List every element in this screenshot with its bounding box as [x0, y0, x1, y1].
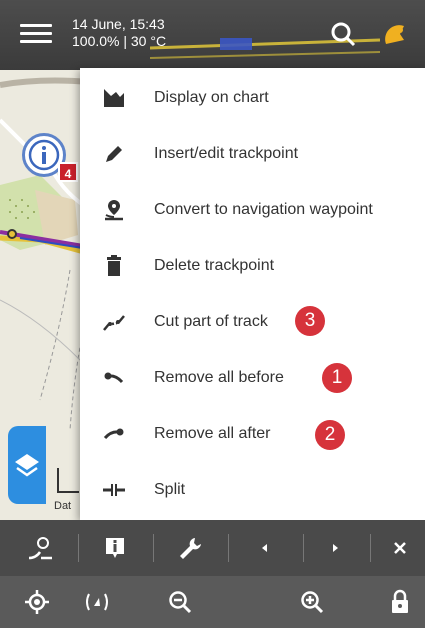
gps-status-button[interactable] [378, 18, 412, 52]
zoom-out-icon [169, 591, 192, 614]
trackpoint-info-button[interactable] [85, 520, 145, 576]
navigation-waypoint-icon [105, 200, 123, 221]
datetime-text: 14 June, 15:43 [72, 16, 165, 32]
locate-me-button[interactable] [12, 576, 62, 628]
menu-item-insert-edit-trackpoint[interactable]: Insert/edit trackpoint [80, 126, 425, 182]
toolbar-divider [78, 534, 79, 562]
menu-item-label: Remove all before [154, 369, 284, 386]
hamburger-menu-button[interactable] [20, 24, 52, 48]
rotate-icon [86, 593, 108, 611]
map-layers-button[interactable] [8, 426, 46, 504]
menu-item-label: Split [154, 481, 186, 498]
lock-icon [392, 589, 408, 613]
zoom-in-button[interactable] [282, 576, 342, 628]
menu-item-label: Delete trackpoint [154, 257, 275, 274]
remove-before-icon [104, 372, 124, 384]
menu-item-remove-all-before[interactable]: Remove all before 1 [80, 350, 425, 406]
remove-after-icon [103, 428, 124, 440]
chart-icon [104, 89, 124, 107]
menu-item-label: Convert to navigation waypoint [154, 201, 373, 218]
map-scale-bar [57, 468, 79, 493]
step-badge: 2 [315, 420, 345, 450]
toolbar-divider [370, 534, 371, 562]
menu-line [20, 32, 52, 35]
locate-icon [25, 590, 49, 614]
lock-screen-button[interactable] [375, 576, 425, 628]
tools-button[interactable] [160, 520, 220, 576]
track-point-toolbar [0, 520, 425, 576]
menu-item-label: Insert/edit trackpoint [154, 145, 299, 162]
menu-item-label: Cut part of track [154, 313, 268, 330]
search-button[interactable] [326, 18, 360, 52]
status-readout: 14 June, 15:43 100.0% | 30 °C [72, 16, 166, 50]
trackpoint-context-menu: Display on chart Insert/edit trackpoint … [80, 68, 425, 520]
close-icon [393, 542, 406, 554]
split-icon [103, 484, 125, 496]
info-icon [106, 538, 124, 558]
step-badge: 1 [322, 363, 352, 393]
toolbar-divider [228, 534, 229, 562]
menu-item-split[interactable]: Split [80, 462, 425, 518]
close-toolbar-button[interactable] [374, 520, 425, 576]
pencil-icon [106, 146, 122, 162]
next-point-button[interactable] [305, 520, 365, 576]
toolbar-divider [153, 534, 154, 562]
step-badge: 3 [295, 306, 325, 336]
zoom-in-icon [301, 591, 324, 614]
zoom-out-button[interactable] [150, 576, 210, 628]
menu-item-delete-trackpoint[interactable]: Delete trackpoint [80, 238, 425, 294]
menu-line [20, 24, 52, 27]
previous-icon [262, 544, 267, 552]
layers-icon [15, 454, 39, 477]
satellite-icon [385, 25, 404, 44]
previous-point-button[interactable] [235, 520, 295, 576]
menu-item-label: Remove all after [154, 425, 271, 442]
menu-line [20, 40, 52, 43]
menu-item-remove-all-after[interactable]: Remove all after 2 [80, 406, 425, 462]
points-count-badge: 4 [58, 162, 78, 182]
trash-icon [107, 255, 121, 276]
top-status-bar: 14 June, 15:43 100.0% | 30 °C [0, 0, 425, 70]
track-point-button[interactable] [10, 520, 70, 576]
wrench-icon [180, 538, 201, 559]
next-icon [333, 544, 338, 552]
menu-item-convert-to-waypoint[interactable]: Convert to navigation waypoint [80, 182, 425, 238]
menu-item-label: Display on chart [154, 89, 269, 106]
scale-label: Dat [54, 500, 72, 512]
track-point-icon [28, 537, 52, 560]
battery-temperature-text: 100.0% | 30 °C [72, 33, 167, 49]
toolbar-divider [303, 534, 304, 562]
rotate-map-button[interactable] [72, 576, 122, 628]
menu-item-display-on-chart[interactable]: Display on chart [80, 70, 425, 126]
map-controls-toolbar [0, 576, 425, 628]
cut-track-icon [103, 315, 125, 331]
menu-item-cut-part-of-track[interactable]: Cut part of track 3 [80, 294, 425, 350]
search-icon [331, 22, 356, 47]
